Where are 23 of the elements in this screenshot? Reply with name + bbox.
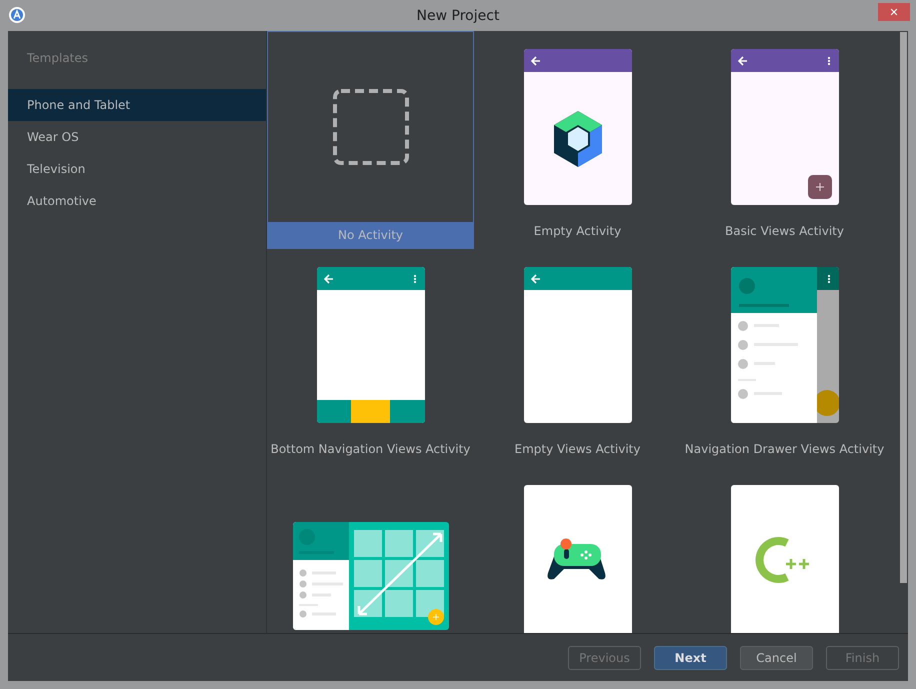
close-button[interactable]: ✕ [878,3,910,21]
sidebar-item[interactable]: Phone and Tablet [8,89,266,121]
sidebar-item[interactable]: Automotive [8,185,266,217]
dashed-square-icon [330,87,410,167]
template-tile[interactable]: Basic Views Activity [681,31,888,249]
template-tile[interactable]: Navigation Drawer Views Activity [681,249,888,467]
dialog-button[interactable]: Next [654,646,727,670]
sidebar-item[interactable]: Television [8,153,266,185]
template-label: Navigation Drawer Views Activity [684,441,886,458]
template-tile[interactable]: Bottom Navigation Views Activity [267,249,474,467]
sidebar-heading: Templates [26,51,90,67]
template-label: Bottom Navigation Views Activity [270,441,472,458]
scrollbar-thumb[interactable] [900,32,907,583]
template-tile[interactable]: Empty Activity [474,31,681,249]
dialog-button[interactable]: Cancel [740,646,813,670]
app-logo-icon [9,7,25,23]
sidebar-item[interactable]: Wear OS [8,121,266,153]
template-label: No Activity [268,222,473,248]
template-label: Empty Activity [532,223,622,240]
window-title: New Project [416,8,500,24]
template-tile[interactable]: Empty Views Activity [474,249,681,467]
template-label: Empty Views Activity [514,441,642,458]
template-label: Basic Views Activity [724,223,845,240]
